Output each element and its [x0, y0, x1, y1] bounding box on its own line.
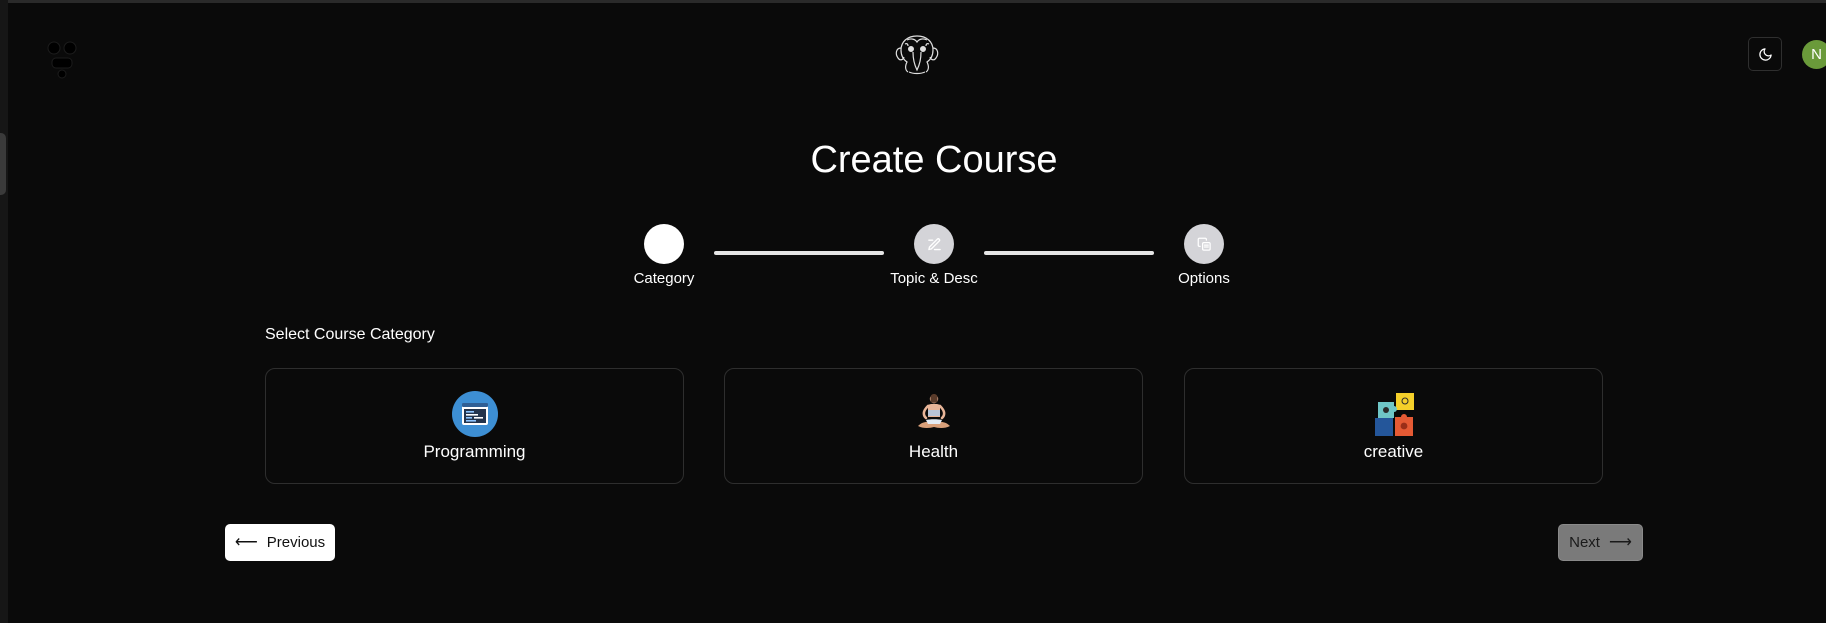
next-button[interactable]: Next ⟶	[1558, 524, 1643, 561]
category-card-programming[interactable]: Programming	[265, 368, 684, 484]
step-category[interactable]: Category	[589, 224, 739, 287]
arrow-left-icon: ⟵	[234, 533, 258, 551]
avatar-initial: N	[1811, 46, 1822, 63]
step-options-label: Options	[1178, 270, 1230, 287]
left-sidebar-rail	[0, 0, 8, 623]
step-topic-desc-circle	[914, 224, 954, 264]
category-card-label: creative	[1363, 442, 1424, 461]
previous-button-label: Previous	[266, 534, 326, 551]
category-card-label: Programming	[423, 442, 526, 461]
previous-button[interactable]: ⟵ Previous	[225, 524, 335, 561]
theme-toggle-button[interactable]	[1748, 37, 1782, 71]
corner-logo-icon	[42, 36, 82, 80]
code-window-icon	[451, 390, 499, 438]
step-topic-desc[interactable]: Topic & Desc	[859, 224, 1009, 287]
step-category-circle	[644, 224, 684, 264]
select-category-heading: Select Course Category	[265, 326, 435, 343]
step-category-label: Category	[633, 270, 695, 287]
category-card-creative[interactable]: creative	[1184, 368, 1603, 484]
step-options[interactable]: Options	[1129, 224, 1279, 287]
copy-icon	[1197, 237, 1211, 251]
page-title: Create Course	[810, 139, 1058, 181]
category-card-label: Health	[908, 442, 959, 461]
grid-icon	[657, 237, 671, 251]
meditation-icon	[910, 390, 958, 438]
elephant-logo-icon[interactable]	[893, 30, 941, 78]
step-topic-desc-label: Topic & Desc	[890, 270, 978, 287]
pencil-icon	[927, 237, 941, 250]
user-avatar[interactable]: N	[1802, 40, 1826, 69]
puzzle-icon	[1370, 390, 1418, 438]
step-options-circle	[1184, 224, 1224, 264]
category-card-health[interactable]: Health	[724, 368, 1143, 484]
arrow-right-icon: ⟶	[1608, 533, 1632, 551]
next-button-label: Next	[1569, 534, 1600, 551]
moon-icon	[1758, 47, 1772, 61]
window-top-border	[0, 0, 1826, 3]
